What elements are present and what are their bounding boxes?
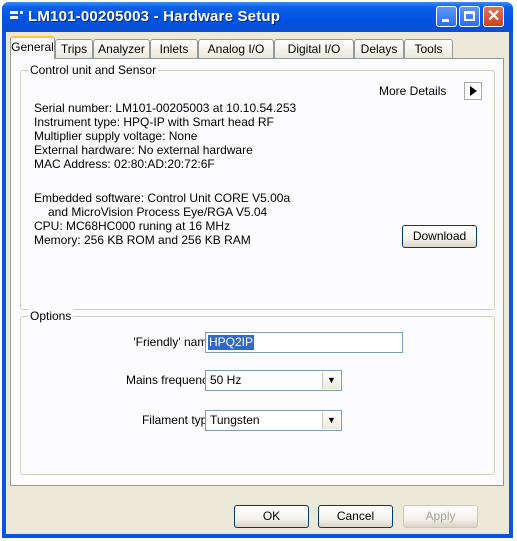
memory-text: Memory: 256 KB ROM and 256 KB RAM <box>34 233 251 247</box>
window-title: LM101-00205003 - Hardware Setup <box>28 8 281 25</box>
mains-frequency-select[interactable]: 50 Hz ▼ <box>205 370 342 391</box>
filament-type-label: Filament type <box>141 413 214 427</box>
cancel-button[interactable]: Cancel <box>318 505 393 528</box>
tab-analog-io[interactable]: Analog I/O <box>198 39 274 58</box>
more-details-button[interactable]: More Details <box>379 82 483 100</box>
tab-delays[interactable]: Delays <box>354 39 404 58</box>
maximize-button[interactable] <box>459 6 480 27</box>
dialog-client-area: General Trips Analyzer Inlets Analog I/O… <box>6 32 509 534</box>
minimize-icon <box>442 19 449 22</box>
options-group: Options 'Friendly' name HPQ2IP Mains fre… <box>20 309 495 475</box>
cpu-text: CPU: MC68HC000 runing at 16 MHz <box>34 219 231 233</box>
close-button[interactable]: ✕ <box>483 6 504 27</box>
tab-analyzer[interactable]: Analyzer <box>93 39 150 58</box>
ok-button[interactable]: OK <box>234 505 309 528</box>
title-bar[interactable]: LM101-00205003 - Hardware Setup ✕ <box>2 2 513 32</box>
chevron-down-icon[interactable]: ▼ <box>322 372 340 389</box>
hardware-setup-window: LM101-00205003 - Hardware Setup ✕ Genera… <box>2 2 513 538</box>
tab-digital-io[interactable]: Digital I/O <box>274 39 354 58</box>
friendly-name-field[interactable]: HPQ2IP <box>205 332 403 353</box>
filament-type-value: Tungsten <box>210 413 260 427</box>
download-button[interactable]: Download <box>402 225 477 248</box>
tab-trips[interactable]: Trips <box>55 39 93 58</box>
tab-general[interactable]: General <box>10 36 55 59</box>
friendly-name-label: 'Friendly' name <box>133 335 214 349</box>
chevron-down-icon[interactable]: ▼ <box>322 412 340 429</box>
tab-tools[interactable]: Tools <box>404 39 453 58</box>
apply-button[interactable]: Apply <box>403 505 478 528</box>
options-legend: Options <box>28 309 74 323</box>
control-unit-legend: Control unit and Sensor <box>28 63 159 77</box>
minimize-button[interactable] <box>436 6 457 27</box>
app-icon <box>10 11 24 21</box>
instrument-type-text: Instrument type: HPQ-IP with Smart head … <box>34 115 274 129</box>
more-details-label: More Details <box>379 84 447 98</box>
mains-frequency-value: 50 Hz <box>210 373 242 387</box>
control-unit-group: Control unit and Sensor More Details Ser… <box>20 63 495 310</box>
external-hardware-text: External hardware: No external hardware <box>34 143 253 157</box>
multiplier-voltage-text: Multiplier supply voltage: None <box>34 129 198 143</box>
friendly-name-value: HPQ2IP <box>208 335 255 350</box>
tab-inlets[interactable]: Inlets <box>150 39 198 58</box>
close-icon: ✕ <box>487 8 501 25</box>
general-tab-panel: Control unit and Sensor More Details Ser… <box>10 58 504 486</box>
mains-frequency-label: Mains frequency <box>125 373 214 387</box>
embedded-software-text: Embedded software: Control Unit CORE V5.… <box>34 191 291 205</box>
arrow-right-icon <box>464 82 482 100</box>
filament-type-select[interactable]: Tungsten ▼ <box>205 410 342 431</box>
process-eye-version-text: and MicroVision Process Eye/RGA V5.04 <box>48 205 268 219</box>
maximize-icon <box>464 11 475 21</box>
mac-address-text: MAC Address: 02:80:AD:20:72:6F <box>34 157 215 171</box>
serial-number-text: Serial number: LM101-00205003 at 10.10.5… <box>34 101 297 115</box>
